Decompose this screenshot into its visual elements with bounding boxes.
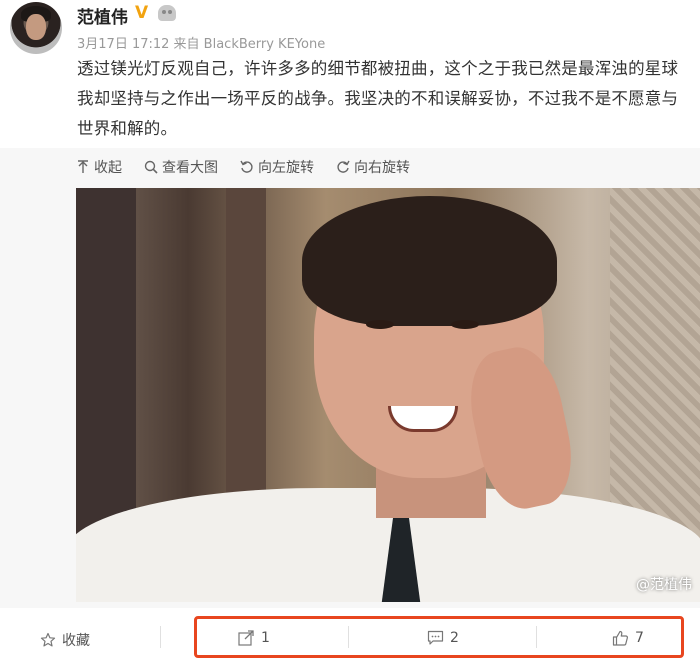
repost-icon: [238, 630, 255, 646]
view-large-label: 查看大图: [162, 160, 218, 176]
action-bar: 收藏 1 2 7: [0, 612, 700, 662]
view-large-button[interactable]: 查看大图: [144, 157, 218, 177]
person-hair: [302, 196, 557, 326]
comment-button[interactable]: 2: [427, 630, 459, 646]
rotate-right-button[interactable]: 向右旋转: [336, 157, 410, 177]
collapse-label: 收起: [94, 160, 122, 176]
rotate-left-button[interactable]: 向左旋转: [240, 157, 314, 177]
collapse-button[interactable]: 收起: [76, 157, 122, 177]
repost-count: 1: [261, 630, 270, 646]
verified-icon: V: [135, 3, 149, 23]
divider: [160, 626, 161, 648]
rotate-right-icon: [336, 160, 350, 174]
post-meta: 3月17日 17:12 来自 BlackBerry KEYone: [77, 37, 326, 52]
divider: [348, 626, 349, 648]
search-icon: [144, 160, 158, 174]
avatar-face: [26, 14, 46, 40]
username[interactable]: 范植伟: [77, 3, 128, 28]
comment-icon: [427, 630, 444, 646]
avatar[interactable]: [10, 2, 62, 54]
collapse-icon: [76, 160, 90, 174]
image-toolbar: 收起 查看大图 向左旋转 向右旋转: [76, 157, 410, 177]
rotate-right-label: 向右旋转: [354, 160, 410, 176]
comment-count: 2: [450, 630, 459, 646]
star-icon: [40, 632, 56, 648]
like-button[interactable]: 7: [612, 630, 644, 646]
vip-icon: [158, 5, 176, 21]
post-photo[interactable]: @范植伟: [76, 188, 700, 602]
person-eye-right: [451, 320, 479, 329]
rotate-left-label: 向左旋转: [258, 160, 314, 176]
favorite-label: 收藏: [62, 633, 90, 649]
favorite-button[interactable]: 收藏: [40, 630, 90, 650]
person-eye-left: [366, 320, 394, 329]
photo-watermark: @范植伟: [636, 577, 692, 593]
thumbs-up-icon: [612, 630, 629, 646]
divider: [536, 626, 537, 648]
rotate-left-icon: [240, 160, 254, 174]
like-count: 7: [635, 630, 644, 646]
post-text: 透过镁光灯反观自己，许许多多的细节都被扭曲，这个之于我已然是最浑浊的星球我却坚持…: [77, 59, 679, 138]
repost-button[interactable]: 1: [238, 630, 270, 646]
